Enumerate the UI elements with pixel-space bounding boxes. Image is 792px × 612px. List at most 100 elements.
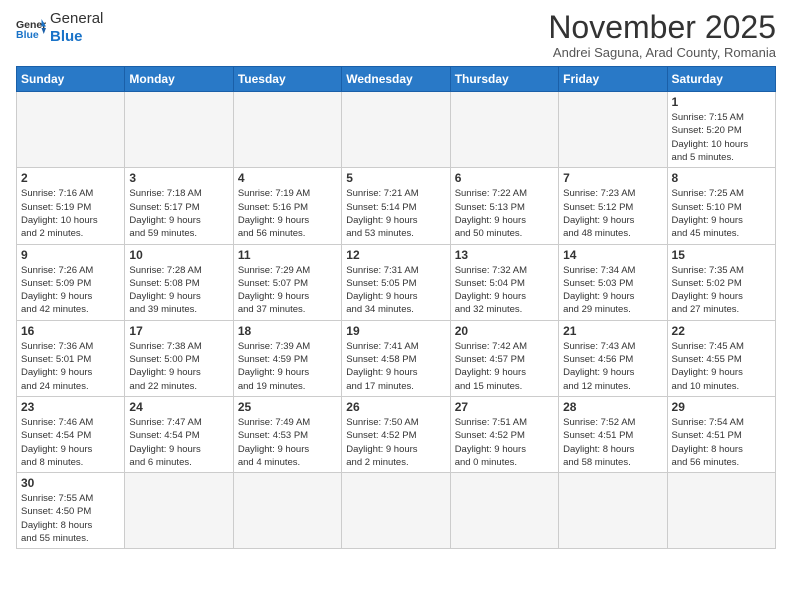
page: General Blue General Blue November 2025 … <box>0 0 792 559</box>
table-row: 25Sunrise: 7:49 AM Sunset: 4:53 PM Dayli… <box>233 396 341 472</box>
day-number: 15 <box>672 248 771 262</box>
table-row: 28Sunrise: 7:52 AM Sunset: 4:51 PM Dayli… <box>559 396 667 472</box>
day-number: 12 <box>346 248 445 262</box>
day-number: 1 <box>672 95 771 109</box>
calendar-row: 16Sunrise: 7:36 AM Sunset: 5:01 PM Dayli… <box>17 320 776 396</box>
day-info: Sunrise: 7:21 AM Sunset: 5:14 PM Dayligh… <box>346 187 445 240</box>
subtitle: Andrei Saguna, Arad County, Romania <box>548 45 776 60</box>
table-row: 29 Sunrise: 7:54 AM Sunset: 4:51 PM Dayli… <box>667 396 775 472</box>
day-number: 4 <box>238 171 337 185</box>
day-info: Sunrise: 7:16 AM Sunset: 5:19 PM Dayligh… <box>21 187 120 240</box>
table-row: 7Sunrise: 7:23 AM Sunset: 5:12 PM Daylig… <box>559 168 667 244</box>
table-row <box>125 92 233 168</box>
day-number: 11 <box>238 248 337 262</box>
day-info: Sunrise: 7:25 AM Sunset: 5:10 PM Dayligh… <box>672 187 771 240</box>
calendar-row: 9 Sunrise: 7:26 AM Sunset: 5:09 PM Daylig… <box>17 244 776 320</box>
day-number: 3 <box>129 171 228 185</box>
header-wednesday: Wednesday <box>342 67 450 92</box>
title-area: November 2025 Andrei Saguna, Arad County… <box>548 10 776 60</box>
day-number: 18 <box>238 324 337 338</box>
month-title: November 2025 <box>548 10 776 45</box>
table-row: 27 Sunrise: 7:51 AM Sunset: 4:52 PM Dayli… <box>450 396 558 472</box>
table-row: 16Sunrise: 7:36 AM Sunset: 5:01 PM Dayli… <box>17 320 125 396</box>
calendar-row: 1 Sunrise: 7:15 AM Sunset: 5:20 PM Daylig… <box>17 92 776 168</box>
header-monday: Monday <box>125 67 233 92</box>
table-row: 3 Sunrise: 7:18 AM Sunset: 5:17 PM Daylig… <box>125 168 233 244</box>
day-number: 21 <box>563 324 662 338</box>
day-number: 19 <box>346 324 445 338</box>
day-number: 20 <box>455 324 554 338</box>
table-row <box>342 92 450 168</box>
table-row <box>667 473 775 549</box>
day-number: 27 <box>455 400 554 414</box>
day-number: 26 <box>346 400 445 414</box>
table-row: 21Sunrise: 7:43 AM Sunset: 4:56 PM Dayli… <box>559 320 667 396</box>
table-row: 10 Sunrise: 7:28 AM Sunset: 5:08 PM Dayli… <box>125 244 233 320</box>
table-row: 11 Sunrise: 7:29 AM Sunset: 5:07 PM Dayli… <box>233 244 341 320</box>
day-info: Sunrise: 7:55 AM Sunset: 4:50 PM Dayligh… <box>21 492 120 545</box>
day-number: 9 <box>21 248 120 262</box>
day-info: Sunrise: 7:46 AM Sunset: 4:54 PM Dayligh… <box>21 416 120 469</box>
table-row <box>559 92 667 168</box>
table-row: 6 Sunrise: 7:22 AM Sunset: 5:13 PM Daylig… <box>450 168 558 244</box>
day-info: Sunrise: 7:41 AM Sunset: 4:58 PM Dayligh… <box>346 340 445 393</box>
table-row: 30 Sunrise: 7:55 AM Sunset: 4:50 PM Dayli… <box>17 473 125 549</box>
table-row <box>17 92 125 168</box>
header: General Blue General Blue November 2025 … <box>16 10 776 60</box>
table-row <box>342 473 450 549</box>
day-number: 7 <box>563 171 662 185</box>
table-row: 17 Sunrise: 7:38 AM Sunset: 5:00 PM Dayli… <box>125 320 233 396</box>
day-info: Sunrise: 7:18 AM Sunset: 5:17 PM Dayligh… <box>129 187 228 240</box>
svg-text:Blue: Blue <box>16 29 39 40</box>
table-row <box>450 92 558 168</box>
day-info: Sunrise: 7:38 AM Sunset: 5:00 PM Dayligh… <box>129 340 228 393</box>
table-row: 4 Sunrise: 7:19 AM Sunset: 5:16 PM Daylig… <box>233 168 341 244</box>
logo-icon: General Blue <box>16 16 46 40</box>
logo-blue-text: Blue <box>50 28 103 46</box>
table-row <box>233 92 341 168</box>
table-row <box>233 473 341 549</box>
day-number: 2 <box>21 171 120 185</box>
weekday-header-row: Sunday Monday Tuesday Wednesday Thursday… <box>17 67 776 92</box>
table-row: 20Sunrise: 7:42 AM Sunset: 4:57 PM Dayli… <box>450 320 558 396</box>
table-row: 19 Sunrise: 7:41 AM Sunset: 4:58 PM Dayli… <box>342 320 450 396</box>
day-number: 30 <box>21 476 120 490</box>
day-info: Sunrise: 7:52 AM Sunset: 4:51 PM Dayligh… <box>563 416 662 469</box>
day-info: Sunrise: 7:54 AM Sunset: 4:51 PM Dayligh… <box>672 416 771 469</box>
day-info: Sunrise: 7:22 AM Sunset: 5:13 PM Dayligh… <box>455 187 554 240</box>
day-info: Sunrise: 7:29 AM Sunset: 5:07 PM Dayligh… <box>238 264 337 317</box>
day-number: 17 <box>129 324 228 338</box>
table-row: 23Sunrise: 7:46 AM Sunset: 4:54 PM Dayli… <box>17 396 125 472</box>
table-row <box>559 473 667 549</box>
day-info: Sunrise: 7:28 AM Sunset: 5:08 PM Dayligh… <box>129 264 228 317</box>
day-number: 25 <box>238 400 337 414</box>
day-info: Sunrise: 7:26 AM Sunset: 5:09 PM Dayligh… <box>21 264 120 317</box>
day-info: Sunrise: 7:45 AM Sunset: 4:55 PM Dayligh… <box>672 340 771 393</box>
logo-general-text: General <box>50 10 103 28</box>
day-info: Sunrise: 7:15 AM Sunset: 5:20 PM Dayligh… <box>672 111 771 164</box>
table-row: 15Sunrise: 7:35 AM Sunset: 5:02 PM Dayli… <box>667 244 775 320</box>
day-number: 8 <box>672 171 771 185</box>
day-info: Sunrise: 7:34 AM Sunset: 5:03 PM Dayligh… <box>563 264 662 317</box>
day-number: 13 <box>455 248 554 262</box>
table-row: 26 Sunrise: 7:50 AM Sunset: 4:52 PM Dayli… <box>342 396 450 472</box>
table-row <box>125 473 233 549</box>
day-info: Sunrise: 7:50 AM Sunset: 4:52 PM Dayligh… <box>346 416 445 469</box>
table-row: 9 Sunrise: 7:26 AM Sunset: 5:09 PM Daylig… <box>17 244 125 320</box>
day-info: Sunrise: 7:51 AM Sunset: 4:52 PM Dayligh… <box>455 416 554 469</box>
day-number: 16 <box>21 324 120 338</box>
day-info: Sunrise: 7:47 AM Sunset: 4:54 PM Dayligh… <box>129 416 228 469</box>
day-number: 6 <box>455 171 554 185</box>
day-info: Sunrise: 7:32 AM Sunset: 5:04 PM Dayligh… <box>455 264 554 317</box>
day-number: 29 <box>672 400 771 414</box>
day-number: 24 <box>129 400 228 414</box>
day-number: 14 <box>563 248 662 262</box>
day-info: Sunrise: 7:19 AM Sunset: 5:16 PM Dayligh… <box>238 187 337 240</box>
calendar-table: Sunday Monday Tuesday Wednesday Thursday… <box>16 66 776 549</box>
day-number: 10 <box>129 248 228 262</box>
table-row: 14 Sunrise: 7:34 AM Sunset: 5:03 PM Dayli… <box>559 244 667 320</box>
header-friday: Friday <box>559 67 667 92</box>
table-row: 1 Sunrise: 7:15 AM Sunset: 5:20 PM Daylig… <box>667 92 775 168</box>
table-row: 8 Sunrise: 7:25 AM Sunset: 5:10 PM Daylig… <box>667 168 775 244</box>
table-row: 12Sunrise: 7:31 AM Sunset: 5:05 PM Dayli… <box>342 244 450 320</box>
